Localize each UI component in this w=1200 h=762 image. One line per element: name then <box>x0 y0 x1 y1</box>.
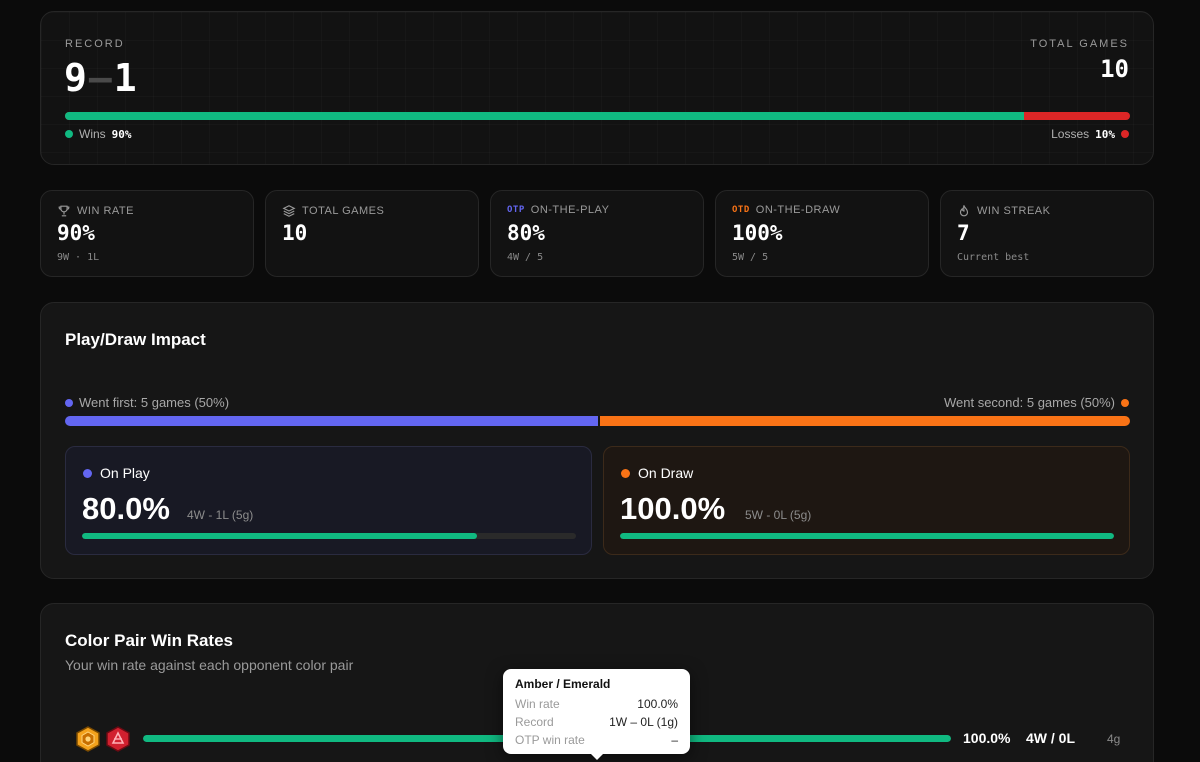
on-play-dot <box>83 468 92 478</box>
ruby-ink-icon <box>106 726 130 752</box>
color-pair-games: 4g <box>1107 732 1121 746</box>
stat-value: 80% <box>507 221 545 245</box>
tooltip-title: Amber / Emerald <box>515 677 611 691</box>
losses-legend-pct: 10% <box>1095 127 1115 141</box>
went-first-dot <box>65 398 73 407</box>
on-draw-dot <box>621 468 630 478</box>
tooltip-value: – <box>671 733 678 747</box>
stat-label: WIN STREAK <box>977 205 1051 217</box>
win-fill <box>65 112 1024 120</box>
wins-dot <box>65 130 73 138</box>
on-draw-fill <box>620 533 1114 539</box>
losses-dot <box>1121 130 1129 138</box>
play-draw-split-bar <box>65 416 1130 426</box>
on-play-fill <box>82 533 478 539</box>
play-draw-title: Play/Draw Impact <box>65 330 206 349</box>
stat-label: ON-THE-PLAY <box>530 204 610 216</box>
stat-card-on-the-draw: OTD ON-THE-DRAW 100% 5W / 5 <box>715 190 929 277</box>
wins-legend-pct: 90% <box>111 127 132 141</box>
went-second-dot <box>1121 398 1129 407</box>
tooltip-row-otp: OTP win rate – <box>515 733 678 747</box>
losses-legend: Losses 10% <box>1051 127 1129 141</box>
stat-value: 10 <box>282 221 308 245</box>
layers-icon <box>282 205 296 217</box>
stat-label: TOTAL GAMES <box>302 205 385 217</box>
on-draw-card: On Draw 100.0% 5W - 0L (5g) <box>603 446 1130 555</box>
tooltip-key: Win rate <box>515 697 560 711</box>
stat-card-total-games: TOTAL GAMES 10 <box>265 190 479 277</box>
stat-value: 7 <box>957 221 970 245</box>
tooltip-value: 100.0% <box>637 697 678 711</box>
losses-legend-label: Losses <box>1051 127 1090 141</box>
went-first-label: Went first: 5 games (50%) <box>79 395 230 410</box>
tooltip-row-win-rate: Win rate 100.0% <box>515 697 678 711</box>
total-games-label: TOTAL GAMES <box>1030 38 1129 50</box>
stat-card-on-the-play: OTP ON-THE-PLAY 80% 4W / 5 <box>490 190 704 277</box>
on-play-card: On Play 80.0% 4W - 1L (5g) <box>65 446 592 555</box>
stat-value: 100% <box>732 221 783 245</box>
stat-card-win-rate: WIN RATE 90% 9W · 1L <box>40 190 254 277</box>
went-second-segment <box>599 416 1130 426</box>
on-play-pct: 80.0% <box>82 491 170 526</box>
flame-icon <box>959 205 969 217</box>
win-loss-bar <box>65 112 1130 120</box>
play-draw-panel: Play/Draw Impact Went first: 5 games (50… <box>40 302 1154 579</box>
on-play-bar <box>82 533 576 539</box>
color-pair-subtitle: Your win rate against each opponent colo… <box>65 657 354 673</box>
tooltip-row-record: Record 1W – 0L (1g) <box>515 715 678 729</box>
color-pair-pct: 100.0% <box>963 730 1011 746</box>
stat-label: ON-THE-DRAW <box>755 204 841 216</box>
total-games-value: 10 <box>1100 55 1129 83</box>
stat-sub: Current best <box>957 252 1030 263</box>
stat-value: 90% <box>57 221 95 245</box>
record-wins: 9 <box>64 56 87 100</box>
tooltip-key: Record <box>515 715 554 729</box>
wins-legend-label: Wins <box>79 127 106 141</box>
trophy-icon <box>58 205 70 217</box>
otp-tag: OTP <box>507 205 525 215</box>
stat-label: WIN RATE <box>77 205 134 217</box>
on-draw-title: On Draw <box>638 465 694 481</box>
amber-ink-icon <box>76 726 100 752</box>
color-pair-record: 4W / 0L <box>1026 730 1076 746</box>
went-second-legend: Went second: 5 games (50%) <box>944 395 1129 410</box>
stat-sub: 9W · 1L <box>57 252 100 263</box>
went-first-legend: Went first: 5 games (50%) <box>65 395 229 410</box>
wins-legend: Wins 90% <box>65 127 132 141</box>
record-losses: 1 <box>113 56 137 100</box>
on-play-record: 4W - 1L (5g) <box>187 508 254 522</box>
went-second-label: Went second: 5 games (50%) <box>943 395 1115 410</box>
stat-card-win-streak: WIN STREAK 7 Current best <box>940 190 1154 277</box>
record-panel: RECORD TOTAL GAMES 9–1 10 Wins 90% Losse… <box>40 11 1154 165</box>
record-value: 9–1 <box>64 56 137 100</box>
on-draw-record: 5W - 0L (5g) <box>745 508 812 522</box>
went-first-segment <box>65 416 598 426</box>
color-pair-tooltip: Amber / Emerald Win rate 100.0% Record 1… <box>503 669 690 760</box>
on-play-title: On Play <box>100 465 150 481</box>
record-dash: – <box>88 56 112 100</box>
stat-sub: 5W / 5 <box>732 252 769 263</box>
tooltip-key: OTP win rate <box>515 733 585 747</box>
record-label: RECORD <box>65 38 125 50</box>
color-pair-title: Color Pair Win Rates <box>65 631 233 650</box>
otd-tag: OTD <box>732 205 750 215</box>
on-draw-bar <box>620 533 1114 539</box>
tooltip-value: 1W – 0L (1g) <box>609 715 678 729</box>
on-draw-pct: 100.0% <box>620 491 726 526</box>
stat-sub: 4W / 5 <box>507 252 544 263</box>
